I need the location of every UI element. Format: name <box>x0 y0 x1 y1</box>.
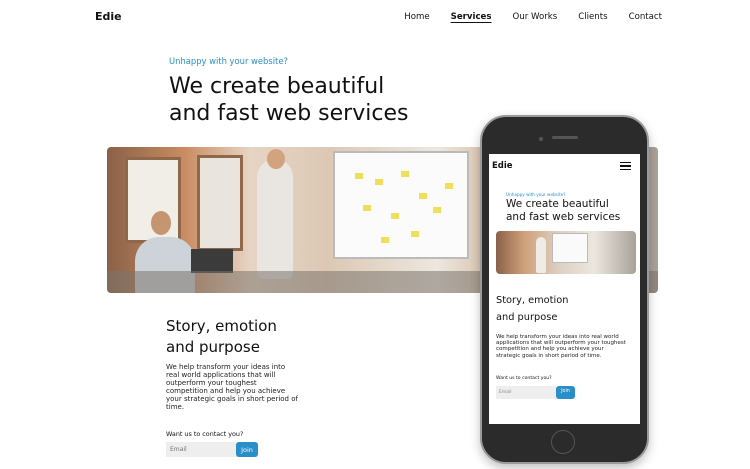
home-button-icon[interactable] <box>551 430 575 454</box>
mobile-email-input[interactable]: Email <box>496 386 556 399</box>
mobile-hero-headline: We create beautiful and fast web service… <box>506 198 640 224</box>
mobile-presenter-shape <box>536 237 546 273</box>
story-body: We help transform your ideas into real w… <box>166 363 298 411</box>
phone-screen: Edie Unhappy with your website? We creat… <box>489 154 640 424</box>
mobile-contact-question: Want us to contact you? <box>496 376 552 381</box>
headline-line-1: We create beautiful <box>169 74 385 99</box>
nav-clients[interactable]: Clients <box>578 12 607 22</box>
contact-question: Want us to contact you? <box>166 430 244 438</box>
main-nav: Home Services Our Works Clients Contact <box>404 12 662 22</box>
whiteboard-shape <box>333 151 469 259</box>
mobile-hero-eyebrow: Unhappy with your website? <box>506 192 566 197</box>
story-title-line-1: Story, emotion <box>166 317 277 335</box>
story-title-line-2: and purpose <box>166 338 260 356</box>
nav-our-works[interactable]: Our Works <box>512 12 557 22</box>
phone-mockup: Edie Unhappy with your website? We creat… <box>480 115 649 464</box>
hero-eyebrow: Unhappy with your website? <box>169 56 288 66</box>
mobile-headline-line-1: We create beautiful <box>506 198 609 210</box>
story-title: Story, emotion and purpose <box>166 316 316 358</box>
camera-icon <box>539 137 543 141</box>
mobile-whiteboard-shape <box>552 233 588 263</box>
mobile-story-title-line-1: Story, emotion <box>496 295 569 306</box>
mobile-story-title-line-2: and purpose <box>496 312 558 323</box>
presenter-head-shape <box>267 149 285 169</box>
nav-contact[interactable]: Contact <box>629 12 662 22</box>
join-button[interactable]: Join <box>236 442 258 457</box>
mobile-join-button[interactable]: Join <box>556 386 575 399</box>
seated-person-head-shape <box>151 211 171 235</box>
window-shape <box>197 155 243 251</box>
mobile-story-title: Story, emotion and purpose <box>496 292 616 326</box>
mobile-story-body: We help transform your ideas into real w… <box>496 334 626 359</box>
mobile-brand-logo[interactable]: Edie <box>492 161 513 171</box>
email-input[interactable] <box>166 442 238 457</box>
hero-headline: We create beautiful and fast web service… <box>169 73 489 127</box>
laptop-shape <box>191 249 233 273</box>
presenter-shape <box>257 159 293 279</box>
headline-line-2: and fast web services <box>169 101 409 126</box>
brand-logo[interactable]: Edie <box>95 10 122 23</box>
speaker-icon <box>552 136 578 139</box>
mobile-headline-line-2: and fast web services <box>506 211 621 223</box>
hamburger-menu-icon[interactable] <box>620 162 631 170</box>
nav-services[interactable]: Services <box>451 12 492 22</box>
nav-home[interactable]: Home <box>404 12 429 22</box>
mobile-hero-image <box>496 231 636 274</box>
